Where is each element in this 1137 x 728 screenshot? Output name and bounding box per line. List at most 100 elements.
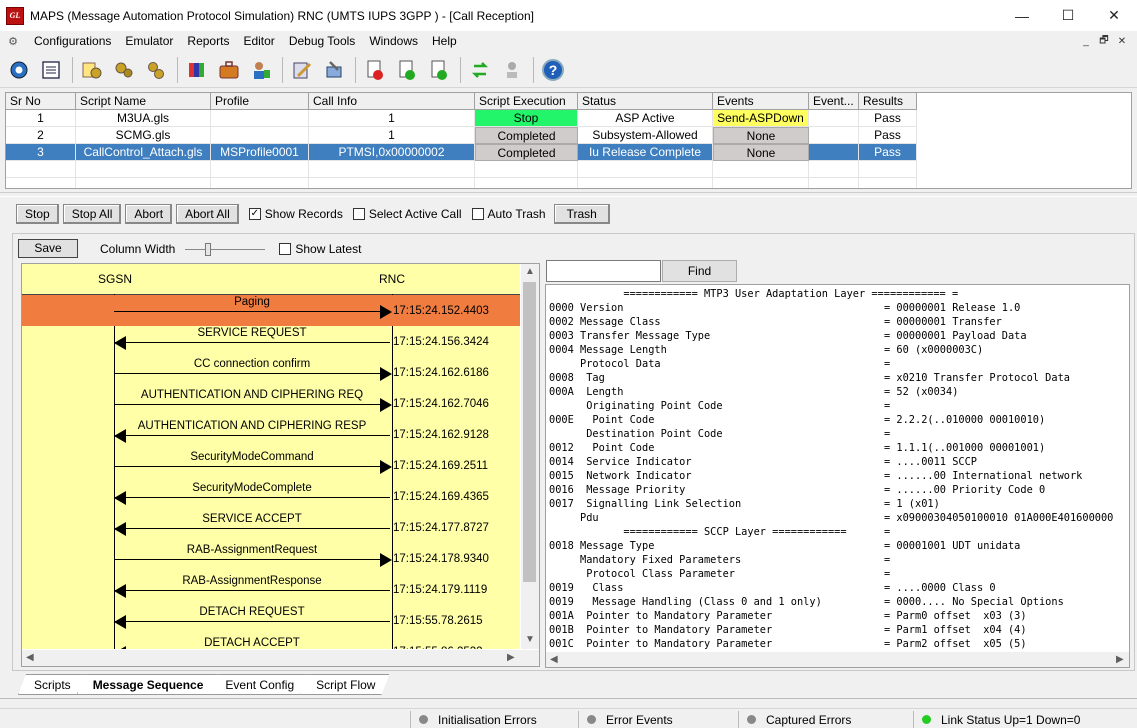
stop-script-button[interactable]: Stop [475,110,578,127]
sequence-message[interactable]: DETACH ACCEPT 17:15:55.86.2522 [22,636,520,649]
show-records-checkbox[interactable]: ✓ Show Records [248,207,343,221]
abort-all-button[interactable]: Abort All [176,204,239,224]
find-input[interactable] [546,260,661,282]
trash-button[interactable]: Trash [553,204,610,224]
script-stop-icon[interactable] [360,55,390,85]
header-profile[interactable]: Profile [211,93,309,110]
tab-script-flow[interactable]: Script Flow [300,674,389,695]
header-script-execution[interactable]: Script Execution [475,93,578,110]
execution-status-button[interactable]: Completed [475,127,578,144]
edit-pencil-icon[interactable] [287,55,317,85]
gear-icon[interactable] [4,55,34,85]
find-button[interactable]: Find [662,260,737,282]
scroll-down-icon[interactable]: ▼ [525,634,535,645]
decode-line[interactable]: ============ SCCP Layer ============ = [546,525,1129,539]
decode-line[interactable]: Destination Point Code = [546,427,1129,441]
menu-debug-tools[interactable]: Debug Tools [282,31,363,51]
tab-event-config[interactable]: Event Config [209,674,308,695]
sequence-message[interactable]: SecurityModeCommand 17:15:24.169.2511 [22,450,520,481]
briefcase-icon[interactable] [214,55,244,85]
decode-line[interactable]: 0018 Message Type = 00001001 UDT unidata [546,539,1129,553]
sequence-message[interactable]: SecurityModeComplete 17:15:24.169.4365 [22,481,520,512]
sequence-message[interactable]: DETACH REQUEST 17:15:55.78.2615 [22,605,520,636]
decode-line[interactable]: 0012 Point Code = 1.1.1(..001000 00001001… [546,441,1129,455]
menu-help[interactable]: Help [425,31,464,51]
script-pause-icon[interactable] [424,55,454,85]
books-icon[interactable] [182,55,212,85]
scroll-up-icon[interactable]: ▲ [525,266,535,277]
sequence-message[interactable]: SERVICE REQUEST 17:15:24.156.3424 [22,326,520,357]
script-call-icon[interactable] [392,55,422,85]
decode-line[interactable]: 0016 Message Priority = ......00 Priority… [546,483,1129,497]
table-row[interactable]: 1 M3UA.gls 1 Stop ASP Active Send-ASPDow… [6,110,1131,127]
slider-thumb[interactable] [205,242,212,256]
scroll-right-icon[interactable]: ▶ [507,652,515,663]
tab-message-sequence[interactable]: Message Sequence [77,674,218,695]
sequence-horizontal-scrollbar[interactable]: ◀ ▶ [22,650,521,666]
gears-alt-icon[interactable] [141,55,171,85]
decode-line[interactable]: 001A Pointer to Mandatory Parameter = Par… [546,609,1129,623]
scroll-left-icon[interactable]: ◀ [26,652,34,663]
mdi-minimize-button[interactable]: _ [1077,33,1095,49]
save-button[interactable]: Save [18,239,78,258]
tools-icon[interactable] [319,55,349,85]
help-icon[interactable]: ? [538,55,568,85]
header-status[interactable]: Status [578,93,713,110]
mdi-restore-button[interactable]: 🗗 [1095,33,1113,49]
sequence-message[interactable]: RAB-AssignmentRequest 17:15:24.178.9340 [22,543,520,574]
maximize-button[interactable]: ☐ [1045,0,1091,31]
config-wizard-icon[interactable] [77,55,107,85]
menu-reports[interactable]: Reports [180,31,236,51]
auto-trash-checkbox[interactable]: Auto Trash [471,207,546,221]
sequence-message-selected[interactable]: Paging 17:15:24.152.4403 [22,295,520,326]
sequence-message[interactable]: AUTHENTICATION AND CIPHERING REQ 17:15:24… [22,388,520,419]
decode-line[interactable]: 001B Pointer to Mandatory Parameter = Par… [546,623,1129,637]
decode-line[interactable]: 0004 Message Length = 60 (x0000003C) [546,343,1129,357]
gears-icon[interactable] [109,55,139,85]
header-events[interactable]: Events [713,93,809,110]
header-event-more[interactable]: Event... [809,93,859,110]
sequence-message[interactable]: AUTHENTICATION AND CIPHERING RESP 17:15:2… [22,419,520,450]
decode-line[interactable]: Pdu = x09000304050100010 01A000E401600000 [546,511,1129,525]
header-call-info[interactable]: Call Info [309,93,475,110]
sequence-message[interactable]: SERVICE ACCEPT 17:15:24.177.8727 [22,512,520,543]
system-menu-icon[interactable]: ⚙ [6,34,20,48]
notebook-icon[interactable] [36,55,66,85]
sequence-vertical-scrollbar[interactable]: ▲ ▼ [521,264,539,649]
close-button[interactable]: ✕ [1091,0,1137,31]
status-init-errors[interactable]: Initialisation Errors [410,711,578,728]
abort-button[interactable]: Abort [125,204,173,224]
status-error-events[interactable]: Error Events [578,711,738,728]
decode-line[interactable]: Protocol Data = [546,357,1129,371]
menu-windows[interactable]: Windows [362,31,425,51]
decode-line[interactable]: 0019 Class = ....0000 Class 0 [546,581,1129,595]
minimize-button[interactable]: — [999,0,1045,31]
menu-configurations[interactable]: Configurations [27,31,118,51]
decode-horizontal-scrollbar[interactable]: ◀ ▶ [546,652,1129,667]
decode-line[interactable]: 0015 Network Indicator = ......00 Interna… [546,469,1129,483]
sequence-message[interactable]: CC connection confirm 17:15:24.162.6186 [22,357,520,388]
decode-line[interactable]: 001C Pointer to Mandatory Parameter = Par… [546,637,1129,651]
decode-line[interactable]: Originating Point Code = [546,399,1129,413]
header-results[interactable]: Results [859,93,917,110]
decode-line[interactable]: 0017 Signalling Link Selection = 1 (x01) [546,497,1129,511]
header-script-name[interactable]: Script Name [76,93,211,110]
scroll-right-icon[interactable]: ▶ [1116,654,1124,665]
execution-status-button[interactable]: Completed [475,144,578,161]
link-gray-icon[interactable] [497,55,527,85]
mdi-close-button[interactable]: ✕ [1113,33,1131,49]
sequence-message[interactable]: RAB-AssignmentResponse 17:15:24.179.1119 [22,574,520,605]
header-sr-no[interactable]: Sr No [6,93,76,110]
table-row-selected[interactable]: 3 CallControl_Attach.gls MSProfile0001 P… [6,144,1131,161]
tab-scripts[interactable]: Scripts [18,674,85,695]
refresh-green-icon[interactable] [465,55,495,85]
scroll-thumb[interactable] [523,282,536,582]
decode-line[interactable]: 0014 Service Indicator = ....0011 SCCP [546,455,1129,469]
scroll-left-icon[interactable]: ◀ [550,654,558,665]
menu-emulator[interactable]: Emulator [118,31,180,51]
decode-line[interactable]: Mandatory Fixed Parameters = [546,553,1129,567]
menu-editor[interactable]: Editor [236,31,281,51]
decode-line[interactable]: 0003 Transfer Message Type = 00000001 Pay… [546,329,1129,343]
select-active-call-checkbox[interactable]: Select Active Call [352,207,462,221]
decode-line[interactable]: ============ MTP3 User Adaptation Layer … [546,287,1129,301]
